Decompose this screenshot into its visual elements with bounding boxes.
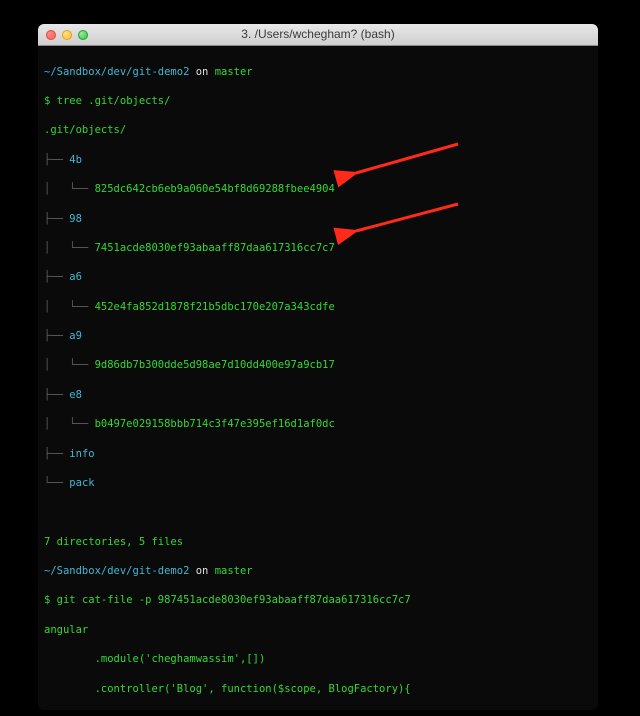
tree-dir-info: ├── info — [44, 447, 592, 462]
file1-l0: angular — [44, 623, 592, 638]
prompt-on-text: on — [189, 66, 214, 78]
tree-file-label: 7451acde8030ef93abaaff87daa617316cc7c7 — [95, 242, 335, 254]
window-title: 3. /Users/wchegham? (bash) — [38, 26, 598, 43]
tree-file-label: 825dc642cb6eb9a060e54bf8d69288fbee4904 — [95, 183, 335, 195]
terminal-content[interactable]: ~/Sandbox/dev/git-demo2 on master $ tree… — [38, 46, 598, 710]
file1-l2: .controller('Blog', function($scope, Blo… — [44, 682, 592, 697]
tree-dir-98: ├── 98 — [44, 212, 592, 227]
prompt-path-text: ~/Sandbox/dev/git-demo2 — [44, 66, 189, 78]
tree-dir-pack: └── pack — [44, 476, 592, 491]
tree-file-4b: │ └── 825dc642cb6eb9a060e54bf8d69288fbee… — [44, 182, 592, 197]
tree-file-e8: │ └── b0497e029158bbb714c3f47e395ef16d1a… — [44, 417, 592, 432]
tree-dir-a9: ├── a9 — [44, 329, 592, 344]
blank-line — [44, 505, 592, 520]
tree-info-label: info — [69, 448, 94, 460]
tree-dir-label: 4b — [69, 154, 82, 166]
tree-dir-label: a6 — [69, 271, 82, 283]
cmd-line-1: $ tree .git/objects/ — [44, 94, 592, 109]
tree-dir-a6: ├── a6 — [44, 270, 592, 285]
prompt-dollar: $ — [44, 95, 50, 107]
tree-dir-e8: ├── e8 — [44, 388, 592, 403]
prompt-2: ~/Sandbox/dev/git-demo2 on master — [44, 564, 592, 579]
cmd-1-text: tree .git/objects/ — [57, 95, 171, 107]
tree-file-label: b0497e029158bbb714c3f47e395ef16d1af0dc — [95, 418, 335, 430]
tree-dir-label: e8 — [69, 389, 82, 401]
terminal-window: 3. /Users/wchegham? (bash) ~/Sandbox/dev… — [38, 24, 598, 710]
tree-file-98: │ └── 7451acde8030ef93abaaff87daa617316c… — [44, 241, 592, 256]
tree-dir-label: a9 — [69, 330, 82, 342]
tree-file-label: 452e4fa852d1878f21b5dbc170e207a343cdfe — [95, 301, 335, 313]
tree-file-a6: │ └── 452e4fa852d1878f21b5dbc170e207a343… — [44, 300, 592, 315]
tree-dir-label: 98 — [69, 213, 82, 225]
file1-l1: .module('cheghamwassim',[]) — [44, 652, 592, 667]
tree-pack-label: pack — [69, 477, 94, 489]
tree-file-label: 9d86db7b300dde5d98ae7d10dd400e97a9cb17 — [95, 359, 335, 371]
prompt-branch-text: master — [215, 66, 253, 78]
tree-summary: 7 directories, 5 files — [44, 535, 592, 550]
cmd-line-2: $ git cat-file -p 987451acde8030ef93abaa… — [44, 593, 592, 608]
titlebar[interactable]: 3. /Users/wchegham? (bash) — [38, 24, 598, 46]
tree-root: .git/objects/ — [44, 123, 592, 138]
tree-dir-4b: ├── 4b — [44, 153, 592, 168]
tree-file-a9: │ └── 9d86db7b300dde5d98ae7d10dd400e97a9… — [44, 358, 592, 373]
prompt-1: ~/Sandbox/dev/git-demo2 on master — [44, 65, 592, 80]
cmd-2-text: git cat-file -p 987451acde8030ef93abaaff… — [57, 594, 411, 606]
